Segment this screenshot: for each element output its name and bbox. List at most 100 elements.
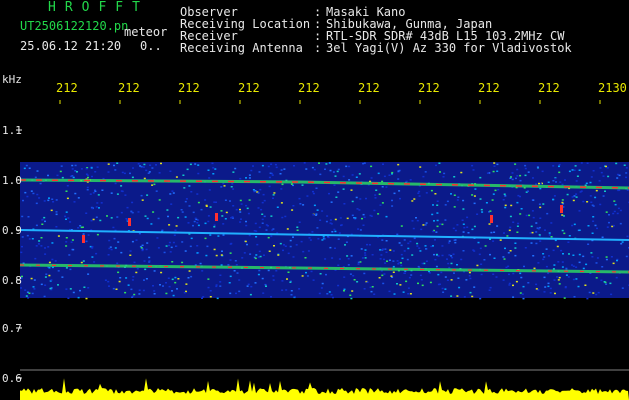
- noise-speckle: [192, 211, 195, 214]
- noise-speckle: [454, 229, 457, 232]
- noise-speckle: [147, 172, 150, 174]
- noise-speckle: [444, 204, 447, 206]
- noise-speckle: [532, 216, 535, 219]
- noise-speckle: [174, 281, 177, 284]
- noise-speckle: [586, 162, 589, 164]
- noise-speckle: [469, 291, 472, 294]
- noise-speckle: [417, 192, 420, 194]
- noise-speckle: [382, 248, 384, 250]
- noise-speckle: [361, 257, 364, 259]
- noise-speckle: [407, 242, 410, 245]
- noise-speckle: [362, 162, 365, 165]
- noise-speckle: [432, 204, 434, 206]
- noise-speckle: [431, 213, 434, 216]
- noise-speckle: [153, 270, 156, 272]
- noise-speckle: [289, 245, 292, 248]
- noise-speckle: [170, 246, 173, 249]
- noise-speckle: [422, 175, 425, 178]
- noise-speckle: [207, 278, 210, 280]
- noise-speckle: [378, 193, 381, 195]
- noise-speckle: [325, 273, 327, 276]
- noise-speckle: [439, 171, 441, 173]
- noise-speckle: [213, 224, 216, 226]
- noise-speckle: [597, 291, 600, 294]
- noise-speckle: [598, 180, 601, 182]
- noise-speckle: [196, 252, 199, 254]
- noise-speckle: [573, 169, 576, 171]
- noise-speckle: [110, 217, 113, 219]
- noise-speckle: [174, 276, 177, 279]
- noise-speckle: [92, 218, 95, 221]
- noise-speckle: [57, 235, 60, 237]
- noise-speckle: [591, 256, 594, 258]
- noise-speckle: [397, 170, 400, 172]
- noise-speckle: [281, 280, 284, 282]
- noise-speckle: [594, 196, 597, 199]
- noise-speckle: [515, 177, 517, 180]
- noise-speckle: [441, 223, 444, 226]
- noise-speckle: [538, 234, 541, 236]
- noise-speckle: [158, 172, 161, 174]
- noise-speckle: [243, 252, 246, 254]
- noise-speckle: [21, 215, 24, 218]
- noise-speckle: [332, 171, 335, 173]
- noise-speckle: [378, 277, 381, 279]
- noise-speckle: [472, 169, 475, 171]
- noise-speckle: [587, 243, 590, 245]
- noise-speckle: [229, 292, 232, 295]
- noise-speckle: [281, 216, 284, 219]
- noise-speckle: [425, 248, 428, 250]
- noise-speckle: [235, 292, 237, 295]
- noise-speckle: [491, 199, 494, 201]
- noise-speckle: [456, 224, 459, 226]
- noise-speckle: [65, 237, 68, 239]
- noise-speckle: [44, 284, 47, 286]
- noise-speckle: [223, 185, 226, 187]
- noise-speckle: [573, 296, 576, 298]
- noise-speckle: [473, 286, 476, 288]
- noise-speckle: [479, 198, 482, 200]
- noise-speckle: [361, 217, 363, 220]
- noise-speckle: [519, 213, 522, 215]
- noise-speckle: [146, 194, 149, 196]
- noise-speckle: [577, 285, 580, 288]
- noise-speckle: [492, 193, 495, 195]
- noise-speckle: [366, 281, 369, 283]
- noise-speckle: [453, 239, 456, 241]
- noise-speckle: [263, 254, 265, 256]
- noise-speckle: [96, 233, 99, 236]
- noise-speckle: [177, 216, 180, 219]
- noise-speckle: [527, 282, 530, 284]
- noise-speckle: [520, 208, 523, 210]
- noise-speckle: [95, 216, 98, 218]
- noise-speckle: [267, 269, 270, 272]
- noise-speckle: [141, 249, 144, 252]
- noise-speckle: [381, 202, 384, 204]
- noise-speckle: [329, 246, 332, 249]
- noise-speckle: [213, 226, 216, 228]
- noise-speckle: [370, 165, 373, 168]
- noise-speckle: [59, 170, 62, 173]
- noise-speckle: [428, 272, 431, 274]
- noise-speckle: [592, 220, 595, 222]
- noise-speckle: [582, 200, 585, 203]
- noise-speckle: [533, 267, 536, 270]
- noise-speckle: [201, 270, 204, 272]
- noise-speckle: [112, 226, 115, 229]
- noise-speckle: [171, 261, 174, 263]
- noise-speckle: [388, 259, 391, 261]
- noise-speckle: [371, 254, 374, 256]
- noise-speckle: [25, 295, 28, 297]
- noise-speckle: [244, 240, 247, 243]
- noise-speckle: [24, 191, 27, 194]
- noise-speckle: [73, 201, 76, 203]
- noise-speckle: [141, 199, 144, 201]
- noise-speckle: [567, 276, 570, 278]
- noise-speckle: [519, 292, 522, 294]
- noise-speckle: [484, 245, 487, 247]
- noise-speckle: [302, 250, 305, 253]
- field-sep: :: [314, 41, 322, 55]
- noise-speckle: [114, 169, 117, 171]
- noise-speckle: [207, 286, 210, 289]
- app-title: HROFFT: [48, 0, 149, 15]
